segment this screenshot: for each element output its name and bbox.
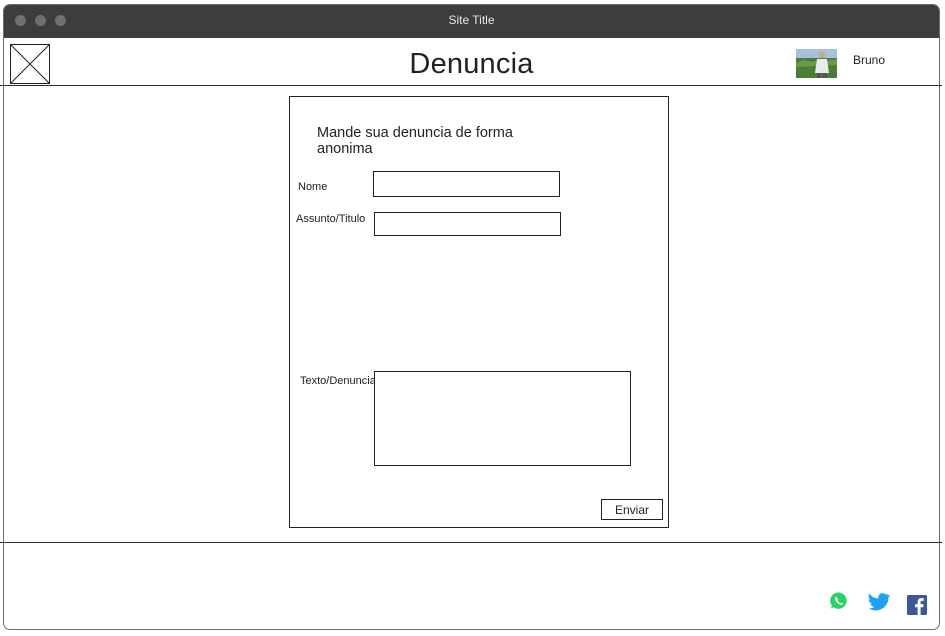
twitter-icon[interactable] xyxy=(868,593,891,613)
user-avatar[interactable] xyxy=(796,49,837,78)
assunto-label: Assunto/Titulo xyxy=(296,213,366,225)
window-title: Site Title xyxy=(448,13,495,27)
complaint-form: Mande sua denuncia de forma anonima Nome… xyxy=(289,96,669,528)
whatsapp-icon[interactable] xyxy=(829,591,849,611)
enviar-button[interactable]: Enviar xyxy=(601,499,663,520)
site-header: Denuncia Bruno xyxy=(4,38,939,90)
user-name[interactable]: Bruno xyxy=(853,53,885,67)
facebook-icon[interactable] xyxy=(907,595,927,615)
footer-divider xyxy=(0,542,942,543)
form-heading: Mande sua denuncia de forma anonima xyxy=(317,125,513,157)
nome-label: Nome xyxy=(298,181,328,193)
title-bar: Site Title xyxy=(4,5,939,38)
assunto-input[interactable] xyxy=(374,212,561,236)
header-divider xyxy=(0,85,942,86)
texto-label: Texto/Denuncia xyxy=(300,375,376,387)
texto-textarea[interactable] xyxy=(374,371,631,466)
nome-input[interactable] xyxy=(373,171,560,197)
